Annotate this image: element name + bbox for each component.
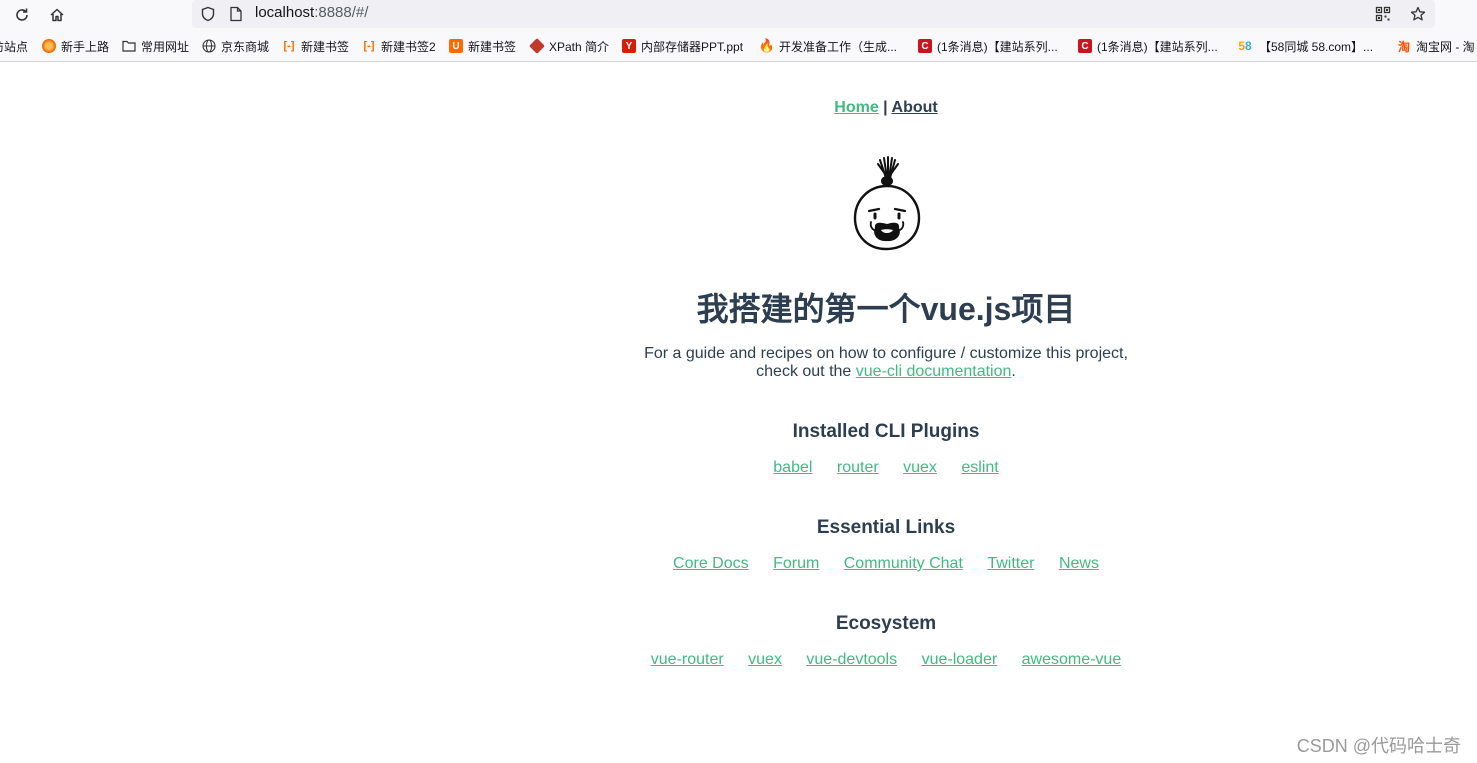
firefox-icon <box>42 39 56 53</box>
nav-about-link[interactable]: About <box>892 99 938 116</box>
bookmark-item[interactable]: 🔥 开发准备工作（生成... <box>758 38 897 54</box>
browser-toolbar: localhost:8888/#/ <box>0 0 1477 30</box>
bracket-icon: [-] <box>363 40 375 52</box>
doc-icon: Y <box>622 39 636 53</box>
url-host: localhost <box>255 4 315 21</box>
bookmark-item[interactable]: U 新建书签 <box>449 38 516 54</box>
csdn-icon: C <box>1078 39 1092 53</box>
reload-icon[interactable] <box>11 4 33 26</box>
bookmark-item[interactable]: Y 内部存储器PPT.ppt <box>622 38 743 54</box>
link-vue-devtools[interactable]: vue-devtools <box>806 651 897 668</box>
bookmark-item[interactable]: 新手上路 <box>42 38 109 54</box>
nav-home-link[interactable]: Home <box>834 99 878 116</box>
plugin-link-babel[interactable]: babel <box>773 459 812 476</box>
qr-code-icon[interactable] <box>1374 5 1392 23</box>
section-heading-plugins: Installed CLI Plugins <box>792 421 980 442</box>
bookmark-item[interactable]: 访站点 <box>0 38 28 54</box>
bookmark-item[interactable]: C (1条消息)【建站系列... <box>918 38 1058 54</box>
globe-icon <box>202 39 216 53</box>
link-vue-router[interactable]: vue-router <box>651 651 724 668</box>
xpath-icon <box>529 38 545 54</box>
link-awesome-vue[interactable]: awesome-vue <box>1022 651 1122 668</box>
link-vue-loader[interactable]: vue-loader <box>922 651 998 668</box>
taobao-icon: 淘 <box>1397 39 1410 54</box>
intro-line-2: check out the vue-cli documentation. <box>756 363 1016 380</box>
plugins-link-list: babel router vuex eslint <box>0 459 1477 477</box>
flame-icon: 🔥 <box>758 38 776 53</box>
bookmark-item[interactable]: C (1条消息)【建站系列... <box>1078 38 1218 54</box>
plugin-link-eslint[interactable]: eslint <box>961 459 998 476</box>
bookmark-item[interactable]: 常用网址 <box>122 38 189 54</box>
link-forum[interactable]: Forum <box>773 555 819 572</box>
bookmark-item[interactable]: 京东商城 <box>202 38 269 54</box>
home-icon[interactable] <box>46 4 68 26</box>
plugin-link-router[interactable]: router <box>837 459 879 476</box>
plugin-link-vuex[interactable]: vuex <box>903 459 937 476</box>
58-icon: 58 <box>1238 39 1252 53</box>
bracket-icon: [-] <box>283 40 295 52</box>
section-heading-ecosystem: Ecosystem <box>835 613 937 634</box>
url-path: :8888/#/ <box>314 4 369 21</box>
section-heading-essential-links: Essential Links <box>816 517 956 538</box>
link-core-docs[interactable]: Core Docs <box>673 555 749 572</box>
csdn-icon: C <box>918 39 932 53</box>
ecosystem-link-list: vue-router vuex vue-devtools vue-loader … <box>0 651 1477 669</box>
star-icon[interactable] <box>1409 5 1427 23</box>
address-bar[interactable]: localhost:8888/#/ <box>192 0 1435 28</box>
bookmark-item[interactable]: 5 8 【58同城 58.com】... <box>1236 38 1373 54</box>
link-news[interactable]: News <box>1059 555 1099 572</box>
link-vuex[interactable]: vuex <box>748 651 782 668</box>
nav-separator: | <box>883 99 888 116</box>
url-text[interactable]: localhost:8888/#/ <box>255 4 368 21</box>
csdn-watermark: CSDN @代码哈士奇 <box>1296 736 1461 756</box>
intro-text: For a guide and recipes on how to config… <box>0 345 1477 381</box>
bookmark-item[interactable]: [-] 新建书签 <box>282 38 350 54</box>
page-icon <box>227 5 245 23</box>
vue-cli-docs-link[interactable]: vue-cli documentation <box>856 363 1012 380</box>
avatar-logo-icon <box>850 156 924 254</box>
bookmarks-bar: 访站点 新手上路 常用网址 京东商城 [-]新建书签 [-]新建书签2 U新建书… <box>0 30 1477 62</box>
essential-link-list: Core Docs Forum Community Chat Twitter N… <box>0 555 1477 573</box>
folder-icon <box>122 39 136 53</box>
link-community-chat[interactable]: Community Chat <box>844 555 963 572</box>
page-title: 我搭建的第一个vue.js项目 <box>696 291 1076 327</box>
u-icon: U <box>449 39 463 53</box>
router-nav: Home | About <box>0 99 1477 117</box>
bookmark-item[interactable]: [-] 新建书签2 <box>362 38 436 54</box>
intro-line-1: For a guide and recipes on how to config… <box>644 345 1128 362</box>
link-twitter[interactable]: Twitter <box>987 555 1034 572</box>
shield-icon[interactable] <box>199 5 217 23</box>
bookmark-item[interactable]: XPath 简介 <box>529 38 609 54</box>
bookmark-item[interactable]: 淘淘宝网 - 淘 <box>1397 38 1475 54</box>
